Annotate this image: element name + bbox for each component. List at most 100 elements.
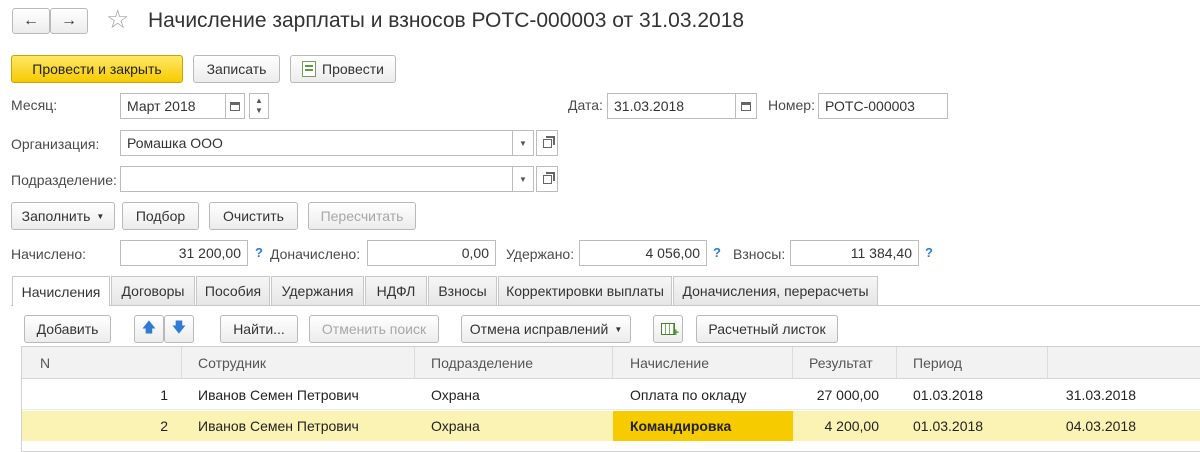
post-and-close-button[interactable]: Провести и закрыть bbox=[11, 55, 183, 83]
result-cell: 27 000,00 bbox=[816, 387, 879, 403]
result-cell: 4 200,00 bbox=[824, 418, 880, 434]
period-end-cell: 31.03.2018 bbox=[1065, 387, 1136, 403]
contributions-field: 11 384,40 bbox=[790, 240, 919, 266]
back-button[interactable]: ← bbox=[12, 8, 50, 34]
stepper-down-icon: ▼ bbox=[255, 106, 263, 115]
department-label: Подразделение: bbox=[11, 172, 117, 188]
tab-contracts[interactable]: Договоры bbox=[111, 276, 195, 305]
save-button[interactable]: Записать bbox=[193, 55, 280, 83]
organization-open-button[interactable] bbox=[536, 130, 558, 156]
calendar-icon bbox=[230, 101, 240, 111]
tab-additional-accruals[interactable]: Доначисления, перерасчеты bbox=[673, 276, 878, 305]
tab-accruals[interactable]: Начисления bbox=[12, 276, 110, 306]
month-field[interactable]: Март 2018 bbox=[120, 93, 226, 119]
number-field[interactable]: РОТС-000003 bbox=[818, 93, 948, 119]
cancel-search-button[interactable]: Отменить поиск bbox=[309, 315, 439, 343]
page-title: Начисление зарплаты и взносов РОТС-00000… bbox=[148, 9, 745, 32]
extra-accrued-field: 0,00 bbox=[367, 240, 496, 266]
save-label: Записать bbox=[206, 61, 267, 77]
chevron-down-icon: ▼ bbox=[96, 211, 105, 221]
move-up-button[interactable]: 🡅 bbox=[134, 315, 164, 343]
date-field[interactable]: 31.03.2018 bbox=[607, 93, 737, 119]
department-field[interactable] bbox=[120, 166, 513, 192]
cancel-fixes-button[interactable]: Отмена исправлений ▼ bbox=[461, 315, 631, 343]
open-link-icon bbox=[542, 138, 552, 148]
employee-cell: Иванов Семен Петрович bbox=[198, 418, 359, 434]
calendar-button[interactable] bbox=[225, 93, 245, 119]
arrow-right-icon: → bbox=[61, 12, 77, 29]
organization-field[interactable]: Ромашка ООО bbox=[120, 130, 513, 156]
tab-ndfl[interactable]: НДФЛ bbox=[365, 276, 427, 305]
tab-payment-corrections[interactable]: Корректировки выплаты bbox=[498, 276, 672, 305]
table-grid-icon: + bbox=[661, 323, 679, 339]
favorite-star-icon[interactable]: ☆ bbox=[106, 4, 129, 35]
column-header-n[interactable]: N bbox=[22, 347, 182, 379]
calendar-icon bbox=[741, 101, 751, 111]
employee-cell: Иванов Семен Петрович bbox=[198, 387, 359, 403]
organization-dropdown-button[interactable]: ▼ bbox=[512, 130, 534, 156]
chevron-down-icon: ▼ bbox=[519, 138, 527, 148]
cancel-fixes-label: Отмена исправлений bbox=[469, 321, 609, 337]
arrow-left-icon: ← bbox=[23, 12, 39, 29]
extra-accrued-label: Доначислено: bbox=[270, 246, 361, 262]
select-button[interactable]: Подбор bbox=[122, 202, 199, 230]
help-icon[interactable]: ? bbox=[255, 245, 263, 260]
date-calendar-button[interactable] bbox=[735, 93, 757, 119]
column-header-result[interactable]: Результат bbox=[793, 347, 897, 379]
recalculate-button[interactable]: Пересчитать bbox=[308, 202, 416, 230]
help-icon[interactable]: ? bbox=[713, 245, 721, 260]
stepper-up-icon: ▲ bbox=[255, 96, 263, 105]
table-row[interactable]: 1 Иванов Семен Петрович Охрана Оплата по… bbox=[22, 380, 1200, 410]
add-button[interactable]: Добавить bbox=[24, 315, 111, 343]
clear-button[interactable]: Очистить bbox=[209, 202, 298, 230]
period-start-cell: 01.03.2018 bbox=[913, 418, 984, 434]
number-label: Номер: bbox=[768, 97, 815, 113]
select-label: Подбор bbox=[135, 208, 186, 224]
fill-label: Заполнить bbox=[21, 208, 91, 224]
tab-benefits[interactable]: Пособия bbox=[196, 276, 270, 305]
accrued-field: 31 200,00 bbox=[120, 240, 248, 266]
tab-contributions[interactable]: Взносы bbox=[428, 276, 497, 305]
find-button[interactable]: Найти... bbox=[220, 315, 298, 343]
cancel-search-label: Отменить поиск bbox=[321, 321, 427, 337]
department-dropdown-button[interactable]: ▼ bbox=[512, 166, 534, 192]
month-label: Месяц: bbox=[11, 97, 58, 113]
row-number: 2 bbox=[160, 418, 168, 434]
find-label: Найти... bbox=[233, 321, 285, 337]
department-open-button[interactable] bbox=[536, 166, 558, 192]
column-header-accrual[interactable]: Начисление bbox=[613, 347, 793, 379]
post-and-close-label: Провести и закрыть bbox=[32, 61, 162, 77]
arrow-up-icon: 🡅 bbox=[141, 319, 157, 335]
column-header-employee[interactable]: Сотрудник bbox=[182, 347, 415, 379]
withheld-field: 4 056,00 bbox=[579, 240, 707, 266]
post-label: Провести bbox=[322, 61, 384, 77]
organization-label: Организация: bbox=[11, 136, 100, 152]
contributions-label: Взносы: bbox=[733, 246, 786, 262]
column-header-department[interactable]: Подразделение bbox=[415, 347, 613, 379]
chevron-down-icon: ▼ bbox=[519, 174, 527, 184]
department-cell: Охрана bbox=[431, 418, 480, 434]
month-stepper[interactable]: ▲ ▼ bbox=[249, 93, 269, 119]
accrual-cell-active[interactable]: Командировка bbox=[613, 411, 793, 441]
column-header-period-end[interactable] bbox=[1048, 347, 1200, 379]
row-number: 1 bbox=[160, 387, 168, 403]
help-icon[interactable]: ? bbox=[925, 245, 933, 260]
withheld-label: Удержано: bbox=[506, 246, 575, 262]
payslip-button[interactable]: Расчетный листок bbox=[696, 315, 838, 343]
chevron-down-icon: ▼ bbox=[614, 324, 623, 334]
add-label: Добавить bbox=[36, 321, 99, 337]
column-header-period[interactable]: Период bbox=[897, 347, 1048, 379]
recalculate-label: Пересчитать bbox=[320, 208, 404, 224]
fill-button[interactable]: Заполнить ▼ bbox=[11, 202, 115, 230]
accrued-label: Начислено: bbox=[11, 246, 87, 262]
table-settings-button[interactable]: + bbox=[653, 315, 683, 343]
forward-button[interactable]: → bbox=[50, 8, 88, 34]
post-button[interactable]: Провести bbox=[290, 55, 396, 83]
move-down-button[interactable]: 🡇 bbox=[164, 315, 194, 343]
tab-deductions[interactable]: Удержания bbox=[271, 276, 364, 305]
date-label: Дата: bbox=[568, 97, 603, 113]
period-end-cell: 04.03.2018 bbox=[1065, 418, 1136, 434]
clear-label: Очистить bbox=[223, 208, 284, 224]
accrual-cell: Оплата по окладу bbox=[630, 387, 747, 403]
table-row-selected[interactable]: 2 Иванов Семен Петрович Охрана Командиро… bbox=[22, 411, 1200, 441]
